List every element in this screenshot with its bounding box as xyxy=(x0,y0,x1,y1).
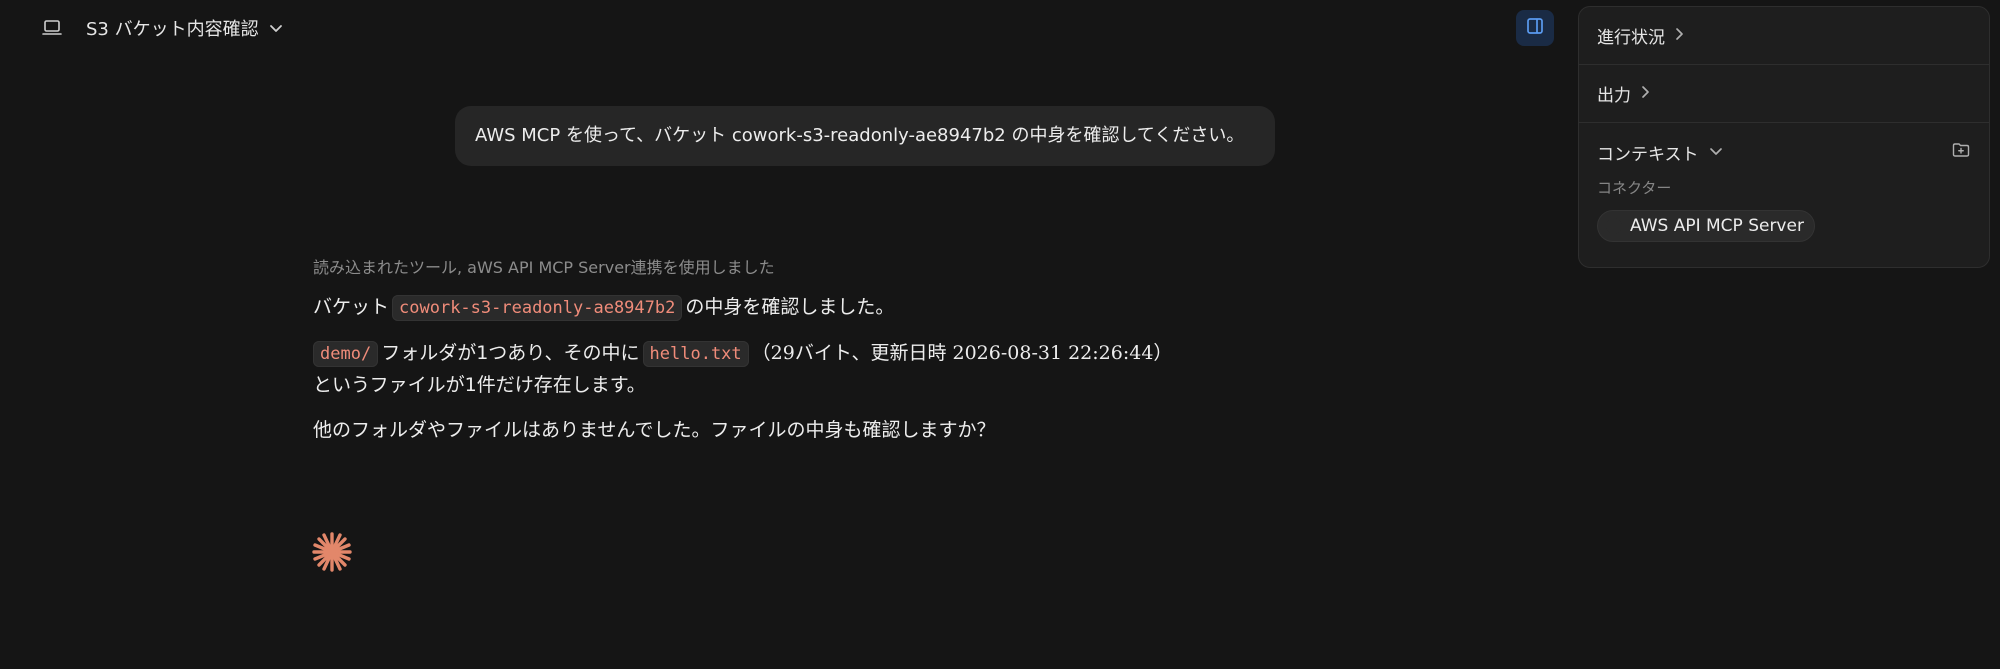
inline-code-folder: demo/ xyxy=(313,341,379,367)
inline-code-file: hello.txt xyxy=(642,341,749,367)
progress-label: 進行状況 xyxy=(1597,28,1665,48)
panel-output[interactable]: 出力 xyxy=(1579,65,1989,123)
output-label: 出力 xyxy=(1597,86,1631,106)
panel-context[interactable]: コンテキスト xyxy=(1579,123,1989,181)
chevron-down-icon xyxy=(1709,142,1723,162)
connector-icon xyxy=(1606,218,1622,234)
panel-toggle-button[interactable] xyxy=(1516,10,1554,46)
context-label: コンテキスト xyxy=(1597,144,1699,165)
tool-usage-note[interactable]: 読み込まれたツール, aWS API MCP Server連携を使用しました xyxy=(313,256,1243,280)
spark-logo-icon xyxy=(310,530,354,574)
response-paragraph-3: 他のフォルダやファイルはありませんでした。ファイルの中身も確認しますか？ xyxy=(313,419,996,441)
conversation-title-menu[interactable]: S3 バケット内容確認 xyxy=(86,14,283,42)
top-bar: S3 バケット内容確認 xyxy=(0,0,1560,56)
laptop-icon[interactable] xyxy=(36,14,68,42)
chevron-down-icon xyxy=(269,19,283,38)
sidebar-panel-icon xyxy=(1526,17,1544,39)
text-span: バケット xyxy=(313,296,390,318)
text-span: の中身を確認しました。 xyxy=(685,296,895,318)
text-span: というファイルが1件だけ存在します。 xyxy=(313,374,646,396)
add-folder-button[interactable] xyxy=(1949,141,1973,163)
folder-plus-icon xyxy=(1952,142,1970,163)
text-span: （29バイト、更新日時 2026-08-31 22:26:44） xyxy=(751,342,1173,364)
assistant-message: 読み込まれたツール, aWS API MCP Server連携を使用しました バ… xyxy=(313,256,1243,460)
conversation-title: S3 バケット内容確認 xyxy=(86,19,259,40)
right-panel: 進行状況 出力 コンテキスト コネクター AWS API MCP Server xyxy=(1578,6,1990,268)
connector-name: AWS API MCP Server xyxy=(1630,216,1804,236)
chevron-right-icon xyxy=(1641,84,1651,104)
connector-chip[interactable]: AWS API MCP Server xyxy=(1597,210,1815,242)
text-span: フォルダが1つあり、その中に xyxy=(381,342,640,364)
response-paragraph-2: demo/フォルダが1つあり、その中に hello.txt （29バイト、更新日時 … xyxy=(313,338,1243,401)
inline-code-bucket: cowork-s3-readonly-ae8947b2 xyxy=(392,295,683,321)
user-message: AWS MCP を使って、バケット cowork-s3-readonly-ae8… xyxy=(455,106,1275,166)
chevron-right-icon xyxy=(1675,26,1685,46)
response-paragraph-1: バケット cowork-s3-readonly-ae8947b2 の中身を確認しまし… xyxy=(313,292,1243,324)
panel-progress[interactable]: 進行状況 xyxy=(1579,7,1989,65)
app-window: S3 バケット内容確認 AWS MCP を使って、バケット cowork-s3-… xyxy=(0,0,2000,669)
